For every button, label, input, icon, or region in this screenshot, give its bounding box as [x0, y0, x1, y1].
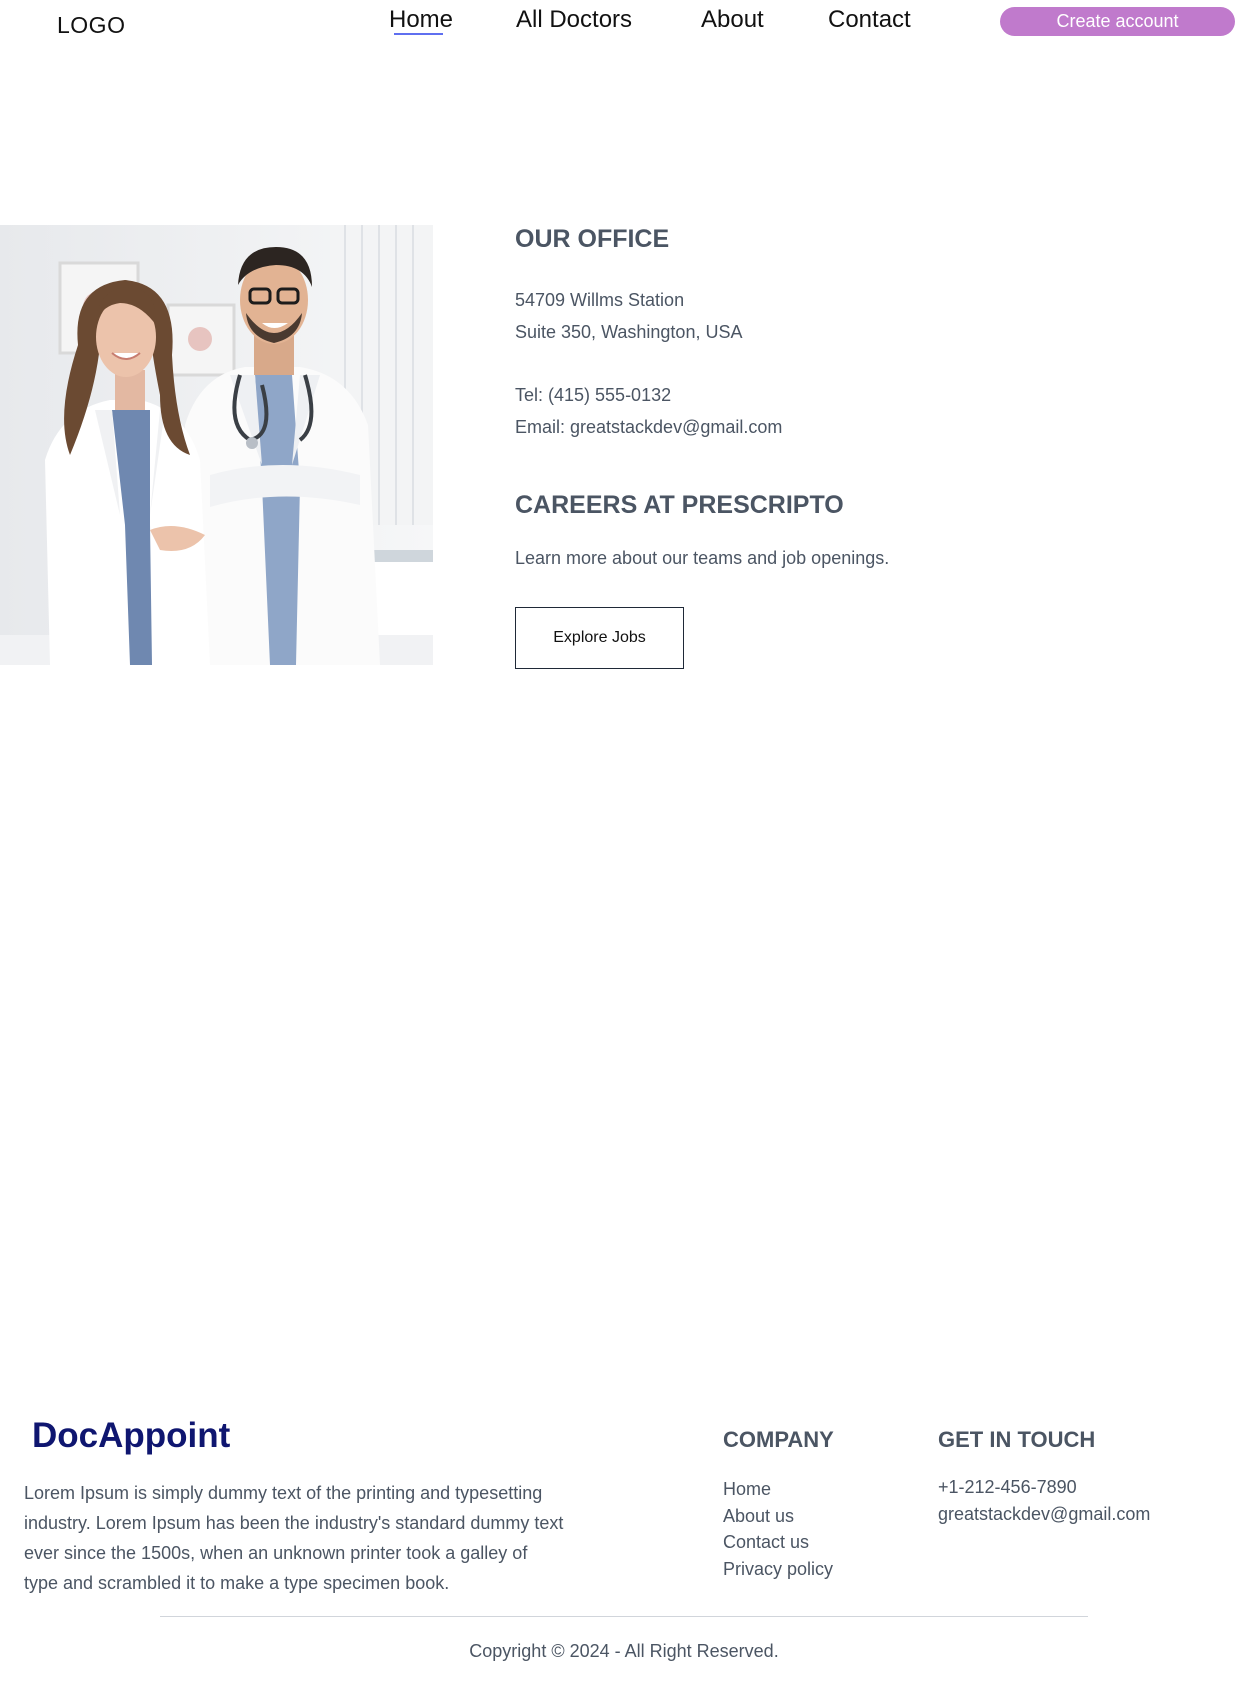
- footer-email: greatstackdev@gmail.com: [938, 1504, 1151, 1524]
- footer-link-about[interactable]: About us: [723, 1504, 833, 1531]
- nav-home[interactable]: Home: [389, 6, 453, 34]
- office-address-line2: Suite 350, Washington, USA: [515, 322, 743, 342]
- company-title: COMPANY: [723, 1427, 834, 1452]
- footer-divider: [160, 1616, 1088, 1617]
- nav-active-underline: [394, 33, 443, 35]
- footer-link-contact[interactable]: Contact us: [723, 1530, 833, 1557]
- careers-text: Learn more about our teams and job openi…: [515, 548, 890, 568]
- nav-about[interactable]: About: [701, 6, 764, 34]
- get-in-touch-title: GET IN TOUCH: [938, 1427, 1096, 1452]
- explore-jobs-button[interactable]: Explore Jobs: [515, 607, 684, 669]
- careers-title: CAREERS AT PRESCRIPTO: [515, 491, 844, 519]
- office-title: OUR OFFICE: [515, 225, 670, 253]
- office-address-line1: 54709 Willms Station: [515, 290, 685, 310]
- doctors-illustration: [0, 225, 433, 665]
- copyright-text: Copyright © 2024 - All Right Reserved.: [469, 1641, 779, 1661]
- footer-description: Lorem Ipsum is simply dummy text of the …: [24, 1483, 564, 1593]
- create-account-button[interactable]: Create account: [1000, 7, 1235, 36]
- company-links: Home About us Contact us Privacy policy: [723, 1477, 833, 1583]
- footer-link-home[interactable]: Home: [723, 1477, 833, 1504]
- nav-all-doctors[interactable]: All Doctors: [516, 6, 632, 34]
- office-tel: Tel: (415) 555-0132: [515, 385, 672, 405]
- doctors-photo: [0, 225, 433, 665]
- footer-brand[interactable]: DocAppoint: [32, 1416, 230, 1456]
- footer-link-privacy[interactable]: Privacy policy: [723, 1557, 833, 1584]
- footer-phone: +1-212-456-7890: [938, 1477, 1077, 1497]
- office-email: Email: greatstackdev@gmail.com: [515, 417, 783, 437]
- logo[interactable]: LOGO: [57, 12, 125, 39]
- nav-contact[interactable]: Contact: [828, 6, 911, 34]
